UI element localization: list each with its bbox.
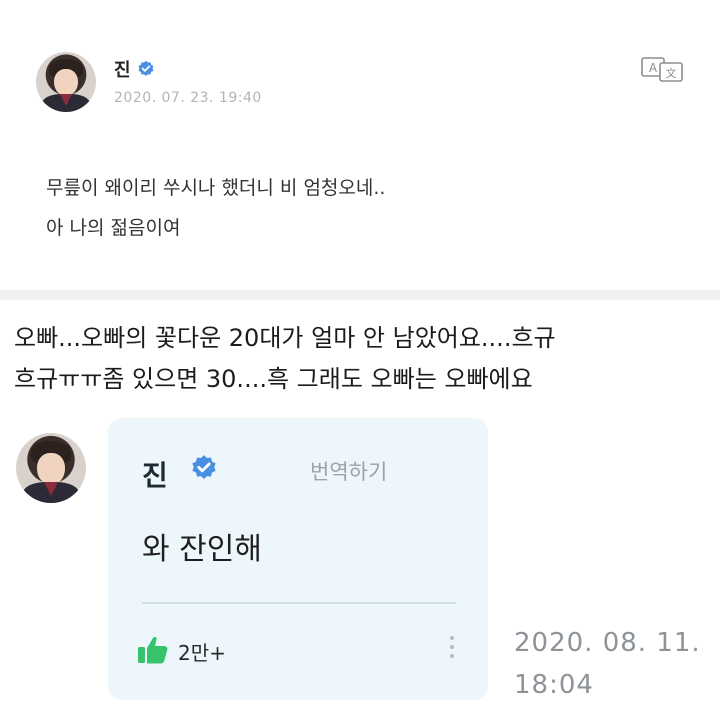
translate-icon[interactable]: A 文 [640,56,684,82]
fan-caption: 오빠...오빠의 꽃다운 20대가 얼마 안 남았어요....흐규 흐규ㅠㅠ좀 … [14,318,556,400]
post-author-avatar[interactable] [36,52,96,112]
more-vertical-icon[interactable] [448,636,456,666]
reply-text: 와 잔인해 [142,532,262,567]
original-post: 진 2020. 07. 23. 19:40 A 文 무릎이 왜이리 쑤시나 했더… [0,0,720,290]
caption-line: 흐규ㅠㅠ좀 있으면 30....흑 그래도 오빠는 오빠에요 [14,365,533,393]
svg-text:A: A [649,61,658,75]
reply-comment-card: 진 번역하기 와 잔인해 2만+ [108,418,488,700]
verified-badge-icon [138,60,154,77]
post-body: 무릎이 왜이리 쑤시나 했더니 비 엄청오네.. 아 나의 젊음이여 [46,168,385,248]
post-author-name[interactable]: 진 [114,56,131,82]
reply-author-avatar[interactable] [16,433,86,503]
post-author-row: 진 [114,56,155,82]
reply-date-line: 2020. 08. 11. [514,628,701,658]
translate-link[interactable]: 번역하기 [310,456,387,486]
verified-badge-icon [192,455,216,479]
caption-line: 오빠...오빠의 꽃다운 20대가 얼마 안 남았어요....흐규 [14,324,556,352]
reply-time-line: 18:04 [514,670,594,700]
section-divider [0,290,720,300]
thumbs-up-icon[interactable] [136,634,170,666]
post-date: 2020. 07. 23. 19:40 [114,90,262,106]
like-count: 2만+ [178,641,226,665]
reply-date: 2020. 08. 11. 18:04 [514,622,701,706]
reply-divider [142,602,456,604]
reply-author-name[interactable]: 진 [142,454,168,494]
post-text-line: 무릎이 왜이리 쑤시나 했더니 비 엄청오네.. [46,177,386,199]
svg-text:文: 文 [666,66,677,80]
post-text-line: 아 나의 젊음이여 [46,217,181,239]
